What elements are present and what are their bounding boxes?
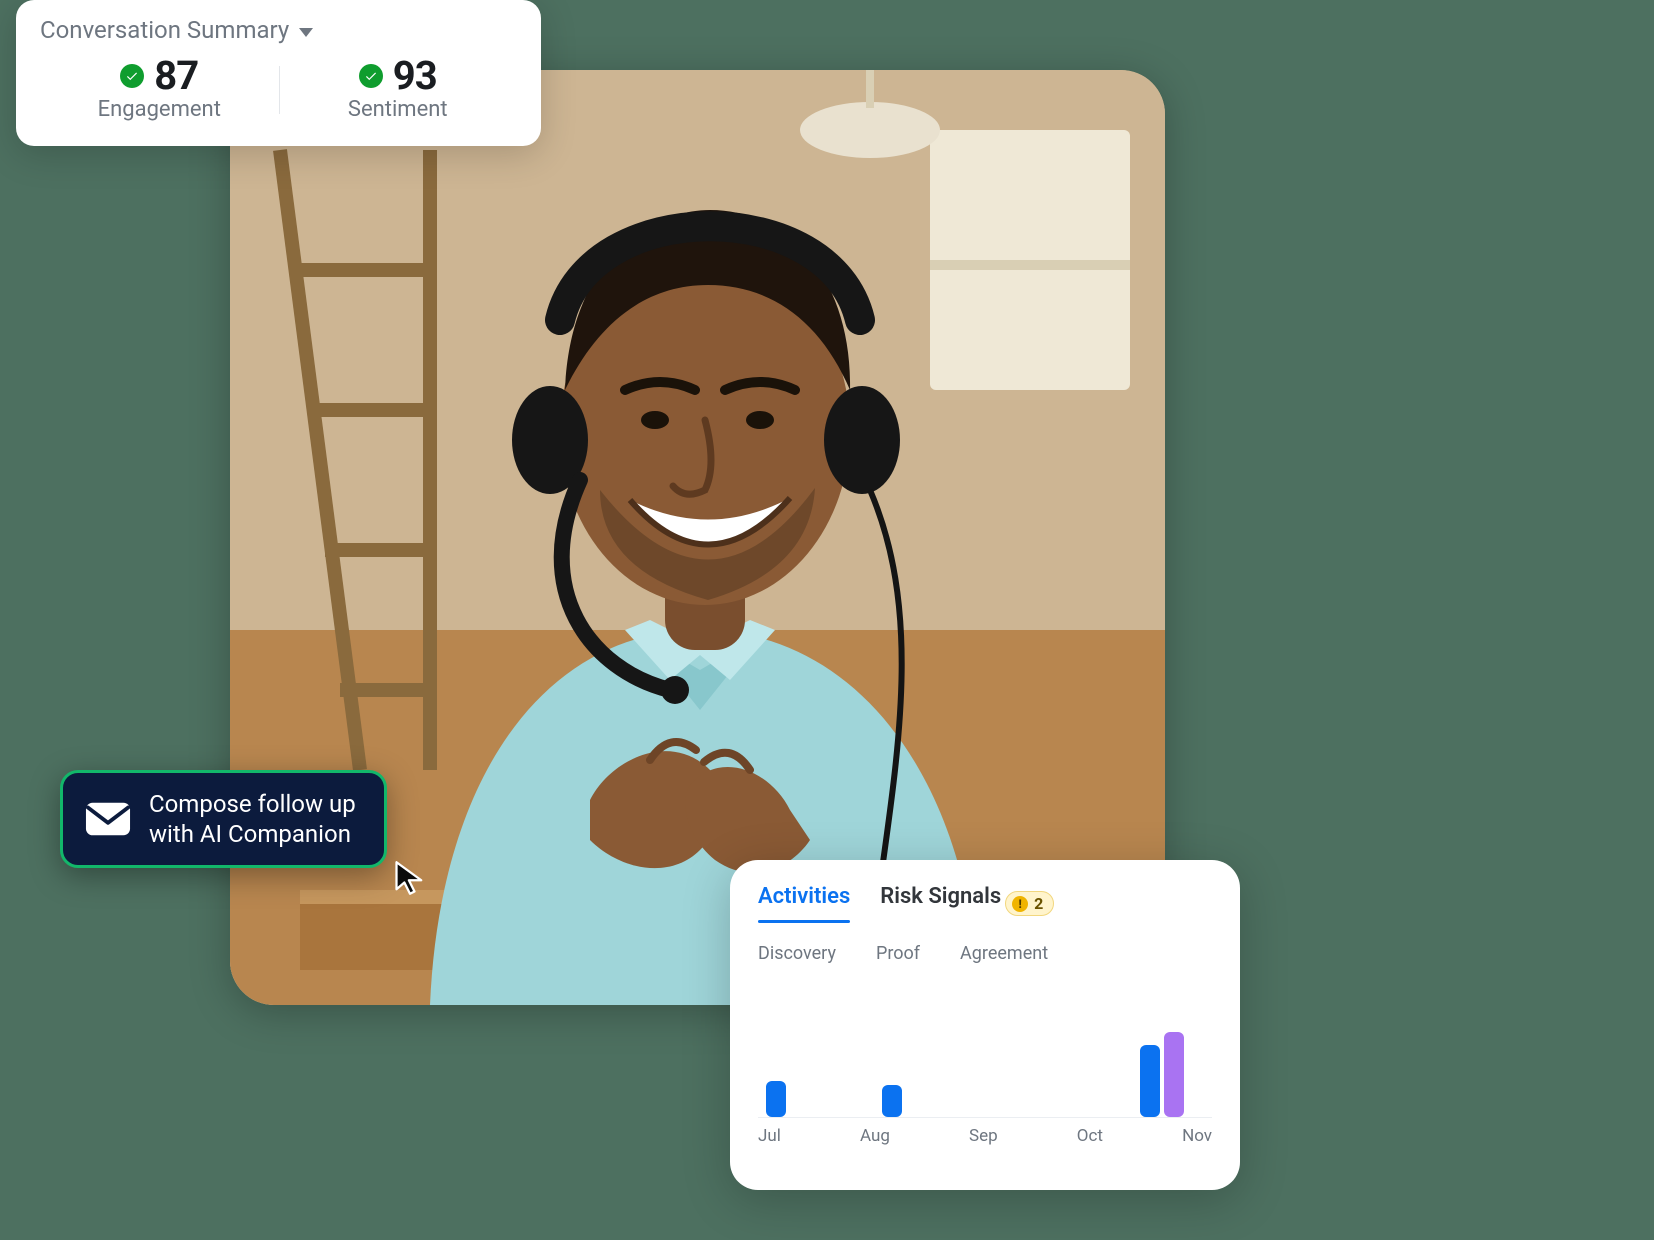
envelope-icon [85, 801, 131, 837]
conversation-summary-title: Conversation Summary [40, 16, 289, 44]
compose-line2: with AI Companion [149, 819, 356, 849]
sentiment-value: 93 [393, 52, 437, 99]
xtick-nov: Nov [1182, 1126, 1212, 1146]
check-circle-icon [120, 64, 144, 88]
xtick-aug: Aug [860, 1126, 890, 1146]
activities-chart: Jul Aug Sep Oct Nov [758, 976, 1212, 1146]
bar-oct-b [1164, 1032, 1184, 1117]
engagement-value: 87 [154, 52, 198, 99]
metric-engagement: 87 Engagement [40, 48, 279, 122]
metric-sentiment: 93 Sentiment [279, 48, 518, 122]
stage-discovery: Discovery [758, 943, 836, 964]
sentiment-label: Sentiment [348, 97, 448, 122]
xtick-oct: Oct [1077, 1126, 1103, 1146]
tab-activities[interactable]: Activities [758, 884, 850, 923]
bar-oct-a [1140, 1045, 1160, 1117]
bar-jul [766, 1081, 786, 1117]
bar-aug [882, 1085, 902, 1117]
risk-count: 2 [1034, 894, 1043, 913]
stage-agreement: Agreement [960, 943, 1048, 964]
risk-signals-badge: ! 2 [1005, 891, 1054, 916]
chevron-down-icon [299, 28, 313, 37]
compose-followup-button[interactable]: Compose follow up with AI Companion [60, 770, 387, 868]
activities-card: Activities Risk Signals ! 2 Discovery Pr… [730, 860, 1240, 1190]
engagement-label: Engagement [98, 97, 221, 122]
conversation-summary-dropdown[interactable]: Conversation Summary [40, 16, 517, 44]
stage-labels: Discovery Proof Agreement [758, 943, 1212, 964]
conversation-summary-card: Conversation Summary 87 Engagement 93 Se… [16, 0, 541, 146]
tab-risk-signals[interactable]: Risk Signals [880, 884, 1001, 923]
stage-proof: Proof [876, 943, 920, 964]
xtick-sep: Sep [969, 1126, 998, 1146]
check-circle-icon [359, 64, 383, 88]
warning-icon: ! [1012, 896, 1028, 912]
xtick-jul: Jul [758, 1126, 781, 1146]
compose-line1: Compose follow up [149, 789, 356, 819]
